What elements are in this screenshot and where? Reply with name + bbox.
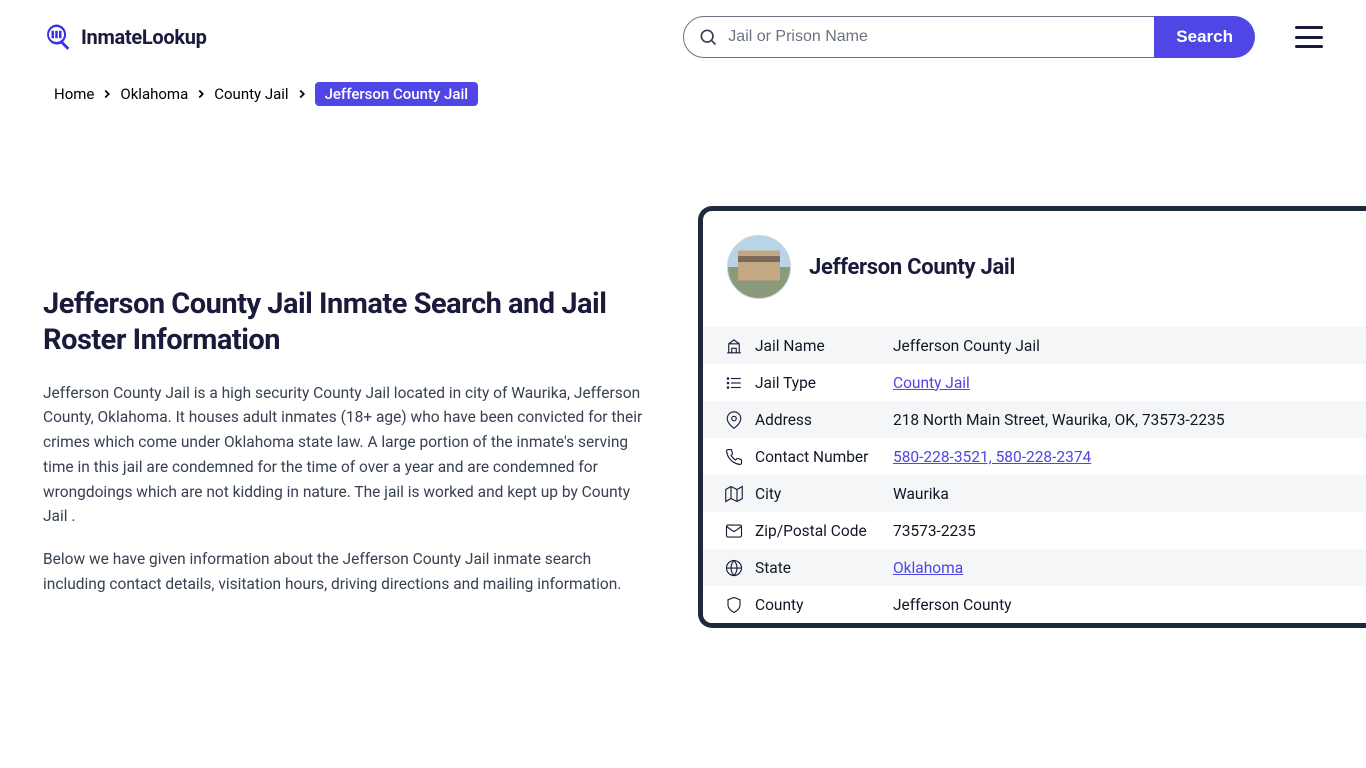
- chevron-right-icon: [100, 87, 114, 101]
- logo-icon: [43, 21, 75, 53]
- mappin-icon: [725, 411, 747, 429]
- search-group: Search: [683, 16, 1255, 58]
- page-title: Jefferson County Jail Inmate Search and …: [43, 286, 643, 359]
- row-label: Jail Name: [755, 337, 893, 355]
- map-icon: [725, 485, 747, 503]
- chevron-right-icon: [194, 87, 208, 101]
- institution-icon: [725, 337, 747, 355]
- row-value: 73573-2235: [893, 522, 976, 540]
- row-address: Address 218 North Main Street, Waurika, …: [703, 401, 1366, 438]
- row-value-link[interactable]: County Jail: [893, 374, 970, 392]
- logo[interactable]: InmateLookup: [43, 21, 207, 53]
- globe-icon: [725, 559, 747, 577]
- envelope-icon: [725, 522, 747, 540]
- row-jail-type: Jail Type County Jail: [703, 364, 1366, 401]
- row-label: State: [755, 559, 893, 577]
- card-header: Jefferson County Jail: [703, 211, 1366, 327]
- menu-icon[interactable]: [1295, 26, 1323, 48]
- row-city: City Waurika: [703, 475, 1366, 512]
- breadcrumb-home[interactable]: Home: [54, 85, 94, 103]
- row-value: Jefferson County Jail: [893, 337, 1040, 355]
- row-value-link[interactable]: 580-228-3521, 580-228-2374: [893, 448, 1091, 466]
- row-label: County: [755, 596, 893, 614]
- list-icon: [725, 374, 747, 392]
- row-contact: Contact Number 580-228-3521, 580-228-237…: [703, 438, 1366, 475]
- row-state: State Oklahoma: [703, 549, 1366, 586]
- row-value: Jefferson County: [893, 596, 1012, 614]
- row-label: City: [755, 485, 893, 503]
- phone-icon: [725, 448, 747, 466]
- search-icon: [698, 27, 718, 47]
- info-card: Jefferson County Jail Jail Name Jefferso…: [698, 206, 1366, 628]
- jail-avatar: [727, 235, 791, 299]
- row-label: Address: [755, 411, 893, 429]
- description-2: Below we have given information about th…: [43, 547, 643, 597]
- row-label: Jail Type: [755, 374, 893, 392]
- search-button[interactable]: Search: [1154, 16, 1255, 58]
- breadcrumb-type[interactable]: County Jail: [214, 85, 288, 103]
- search-wrap: [683, 16, 1155, 58]
- description-1: Jefferson County Jail is a high security…: [43, 381, 643, 530]
- right-column: Jefferson County Jail Jail Name Jefferso…: [698, 206, 1366, 628]
- info-table: Jail Name Jefferson County Jail Jail Typ…: [703, 327, 1366, 623]
- header: InmateLookup Search: [0, 0, 1366, 74]
- search-input[interactable]: [728, 28, 1140, 46]
- left-column: Jefferson County Jail Inmate Search and …: [43, 206, 643, 628]
- row-value: 218 North Main Street, Waurika, OK, 7357…: [893, 411, 1225, 429]
- breadcrumb-state[interactable]: Oklahoma: [120, 85, 188, 103]
- shield-icon: [725, 596, 747, 614]
- header-right: Search: [683, 16, 1323, 58]
- card-title: Jefferson County Jail: [809, 255, 1015, 280]
- row-zip: Zip/Postal Code 73573-2235: [703, 512, 1366, 549]
- breadcrumb-current: Jefferson County Jail: [315, 82, 479, 106]
- logo-text: InmateLookup: [81, 25, 207, 49]
- row-county: County Jefferson County: [703, 586, 1366, 623]
- row-value: Waurika: [893, 485, 949, 503]
- row-value-link[interactable]: Oklahoma: [893, 559, 963, 577]
- content: Jefferson County Jail Inmate Search and …: [0, 206, 1366, 628]
- breadcrumb: Home Oklahoma County Jail Jefferson Coun…: [0, 82, 1366, 106]
- row-label: Contact Number: [755, 448, 893, 466]
- row-label: Zip/Postal Code: [755, 522, 893, 540]
- row-jail-name: Jail Name Jefferson County Jail: [703, 327, 1366, 364]
- chevron-right-icon: [295, 87, 309, 101]
